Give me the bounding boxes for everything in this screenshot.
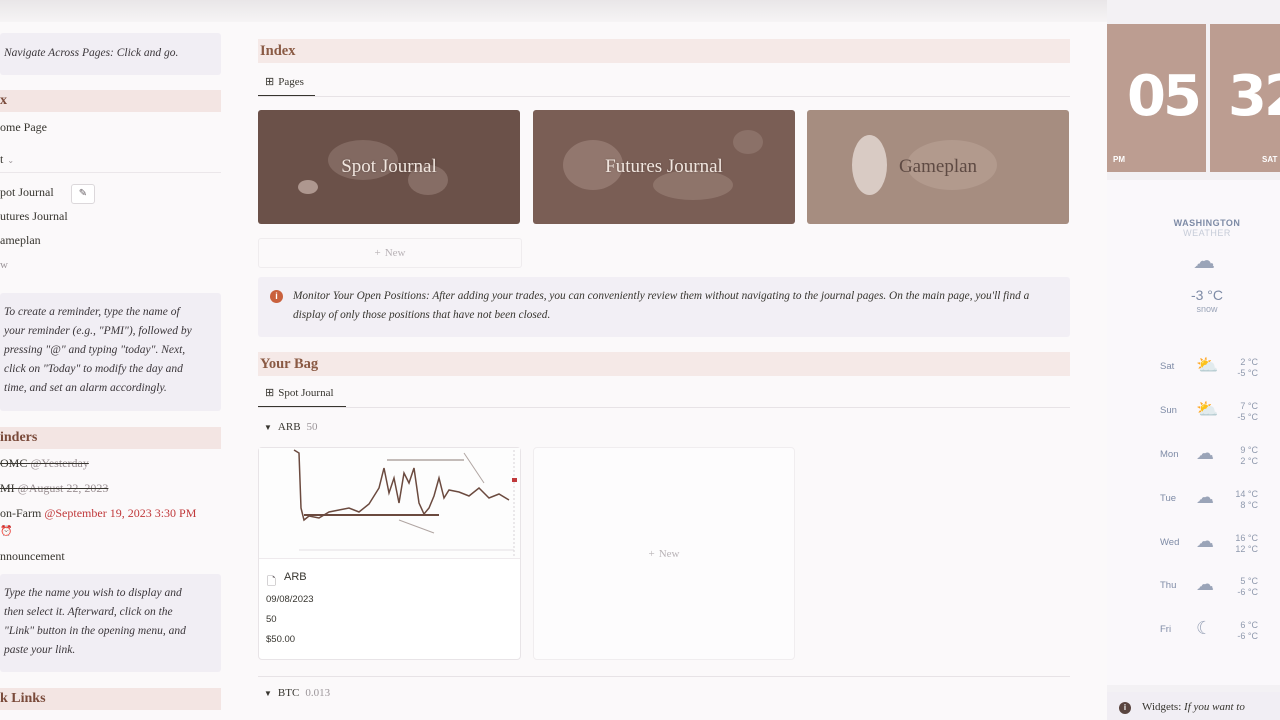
link-callout: Type the name you wish to display and th…	[0, 574, 221, 672]
board-card-arb[interactable]: 🗋 ARB	[258, 447, 521, 660]
quick-links-heading: k Links	[0, 688, 221, 710]
forecast-temp: 9 °C 2 °C	[1240, 445, 1258, 466]
card-amount: 50	[266, 614, 277, 625]
reminders-heading: inders	[0, 427, 221, 449]
nav-new[interactable]: w	[0, 259, 8, 271]
reminder-callout: To create a reminder, type the name of y…	[0, 293, 221, 411]
navigate-callout: Navigate Across Pages: Click and go.	[0, 33, 221, 75]
weather-desc: snow	[1196, 304, 1218, 314]
clock-widget-minutes: 32 SAT	[1210, 24, 1280, 172]
document-icon: 🗋	[267, 576, 276, 588]
gallery-card-spot-journal[interactable]: Spot Journal	[258, 110, 520, 224]
tab-divider	[258, 407, 1070, 408]
card-title: ARB	[284, 571, 307, 583]
group-divider	[258, 676, 1070, 677]
clock-widget-hours: 05 PM	[1107, 24, 1206, 172]
plus-icon: +	[374, 247, 381, 259]
your-bag-title: Your Bag	[258, 352, 1070, 376]
forecast-day: Mon	[1160, 449, 1179, 460]
gallery-grid-icon: ⊞	[265, 387, 275, 399]
alarm-clock-icon: ⏰	[0, 526, 13, 537]
forecast-day: Sun	[1160, 405, 1177, 416]
gallery-card-futures-journal[interactable]: Futures Journal	[533, 110, 795, 224]
plus-icon: +	[648, 547, 655, 560]
nav-home-page[interactable]: ome Page	[0, 120, 47, 135]
forecast-temp: 7 °C -5 °C	[1237, 401, 1258, 422]
reminder-item[interactable]: OMC @Yesterday	[0, 456, 89, 471]
widgets-callout: i Widgets: If you want to	[1107, 692, 1280, 720]
tab-divider	[258, 96, 1070, 97]
forecast-day: Fri	[1160, 624, 1172, 635]
index-heading: x	[0, 90, 221, 112]
open-positions-callout: i Monitor Your Open Positions: After add…	[258, 277, 1070, 337]
card-title: Spot Journal	[341, 156, 437, 177]
group-btc[interactable]: ▼ BTC 0.013	[264, 687, 330, 699]
forecast-day: Thu	[1160, 580, 1177, 591]
tab-pages[interactable]: ⊞ Pages	[265, 75, 304, 89]
nav-futures-journal[interactable]: utures Journal	[0, 209, 68, 224]
clock-hours: 05	[1127, 64, 1202, 129]
reminder-item[interactable]: on-Farm @September 19, 2023 3:30 PM	[0, 506, 196, 521]
card-date: 09/08/2023	[266, 594, 314, 605]
edit-icon[interactable]: ✎	[71, 184, 95, 204]
forecast-day: Sat	[1160, 361, 1175, 372]
nav-spot-journal[interactable]: pot Journal	[0, 185, 54, 200]
clock-ampm: PM	[1113, 155, 1125, 164]
forecast-temp: 2 °C -5 °C	[1237, 357, 1258, 378]
forecast-day: Wed	[1160, 537, 1180, 548]
partly-cloudy-snow-icon: ⛅	[1196, 355, 1219, 375]
gallery-card-gameplan[interactable]: Gameplan	[807, 110, 1069, 224]
tab-spot-journal[interactable]: ⊞ Spot Journal	[265, 386, 334, 400]
moon-cloud-icon: ☾	[1196, 618, 1213, 638]
info-icon: i	[270, 290, 283, 303]
clock-minutes: 32	[1228, 64, 1280, 129]
reminder-item[interactable]: MI @August 22, 2023	[0, 481, 108, 496]
cloud-rain-icon: ☁	[1196, 443, 1214, 463]
group-arb[interactable]: ▼ ARB 50	[264, 421, 318, 433]
triangle-down-icon: ▼	[264, 422, 272, 432]
weather-city: WASHINGTON WEATHER	[1173, 218, 1241, 238]
card-title: Futures Journal	[605, 156, 723, 177]
weather-temp: -3 °C	[1190, 287, 1224, 303]
nav-gameplan[interactable]: ameplan	[0, 233, 41, 248]
forecast-temp: 14 °C 8 °C	[1235, 489, 1258, 510]
forecast-day: Tue	[1160, 493, 1177, 504]
cloud-rain-icon: ☁	[1196, 574, 1214, 594]
forecast-temp: 5 °C -6 °C	[1237, 576, 1258, 597]
partly-cloudy-icon: ⛅	[1196, 399, 1219, 419]
card-title: Gameplan	[898, 156, 978, 177]
forecast-temp: 6 °C -6 °C	[1237, 620, 1258, 641]
clock-day: SAT	[1262, 155, 1278, 164]
cloud-rain-icon: ☁	[1196, 531, 1214, 551]
snow-cloud-icon: ☁	[1193, 248, 1215, 273]
reminder-item[interactable]: nnouncement	[0, 549, 65, 564]
divider	[0, 172, 221, 173]
left-sidebar: Navigate Across Pages: Click and go. x o…	[0, 0, 222, 720]
nav-toggle[interactable]: t ⌄	[0, 152, 14, 167]
cloud-icon: ☁	[1196, 487, 1214, 507]
chevron-down-icon: ⌄	[7, 156, 15, 165]
new-card-button[interactable]: + New	[533, 447, 795, 660]
forecast-temp: 16 °C 12 °C	[1235, 533, 1258, 554]
triangle-down-icon: ▼	[264, 688, 272, 698]
card-value: $50.00	[266, 634, 296, 645]
gallery-grid-icon: ⊞	[265, 76, 275, 88]
price-chart-thumbnail	[259, 448, 520, 558]
info-icon: i	[1119, 702, 1131, 714]
index-title: Index	[258, 39, 1070, 63]
new-page-button[interactable]: + New	[258, 238, 522, 268]
